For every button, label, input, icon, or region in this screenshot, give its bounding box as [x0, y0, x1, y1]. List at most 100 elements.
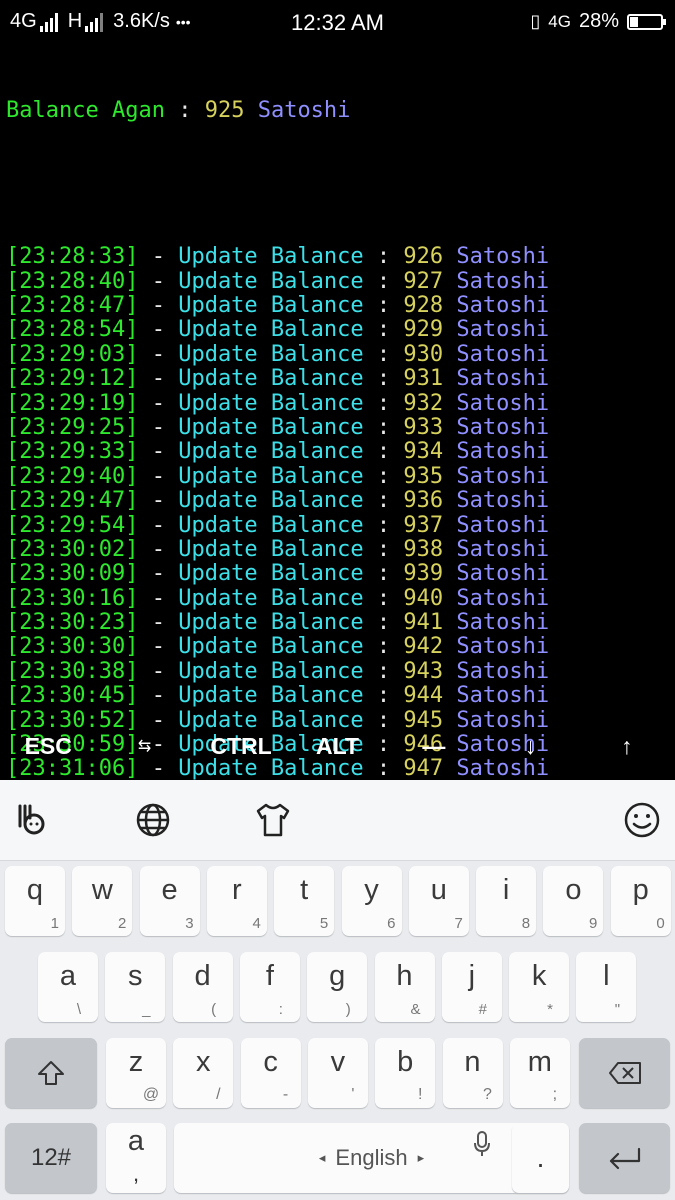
log-unit: Satoshi — [456, 658, 550, 684]
key-letter: y — [364, 874, 379, 906]
log-value: 943 — [403, 658, 444, 684]
key-letter: q — [26, 874, 44, 906]
key-i[interactable]: i8 — [476, 866, 537, 936]
key-j[interactable]: j # — [441, 952, 502, 1022]
key-z[interactable]: z @ — [106, 1038, 166, 1108]
log-unit: Satoshi — [456, 463, 550, 489]
log-row: [23:30:16] - Update Balance : 940 Satosh… — [6, 585, 550, 611]
log-unit: Satoshi — [456, 293, 550, 318]
backspace-key[interactable] — [579, 1038, 670, 1108]
tshirt-icon[interactable] — [253, 800, 293, 840]
globe-icon[interactable] — [133, 800, 173, 840]
key-f[interactable]: f: — [239, 952, 300, 1022]
key-letter: o — [565, 874, 582, 906]
log-time: [23:29:19] — [6, 390, 139, 416]
log-action: Update Balance — [178, 658, 364, 684]
keyboard-logo-icon[interactable] — [12, 800, 52, 840]
key-r[interactable]: r4 — [206, 866, 267, 936]
log-unit: Satoshi — [456, 341, 550, 367]
key-l[interactable]: l " — [576, 952, 637, 1022]
key-n[interactable]: n? — [442, 1038, 503, 1108]
log-value: 929 — [403, 317, 444, 343]
enter-key[interactable] — [579, 1123, 670, 1193]
key-h[interactable]: h & — [374, 952, 435, 1022]
log-action: Update Balance — [178, 293, 364, 318]
key-a[interactable]: a \ — [38, 952, 98, 1022]
log-time: [23:29:47] — [6, 488, 139, 514]
log-time: [23:29:33] — [6, 439, 139, 465]
log-unit: Satoshi — [456, 244, 550, 270]
log-row: [23:28:33] - Update Balance : 926 Satosh… — [6, 244, 550, 270]
key-alt: ' — [351, 1086, 355, 1103]
key-v[interactable]: v ' — [307, 1038, 368, 1108]
key-alt: 4 — [252, 915, 261, 932]
key-c[interactable]: c- — [240, 1038, 301, 1108]
keyboard-toolbar — [0, 780, 675, 861]
log-time: [23:28:33] — [6, 244, 139, 270]
numbers-key[interactable]: 12# — [5, 1123, 97, 1193]
arrow-down-key[interactable]: ↓ — [482, 712, 578, 780]
esc-key[interactable]: ESC — [0, 712, 96, 780]
key-k[interactable]: k * — [509, 952, 570, 1022]
tab-key[interactable]: ⇆ — [96, 712, 192, 780]
arrow-up-key[interactable]: ↑ — [579, 712, 675, 780]
log-unit: Satoshi — [456, 610, 550, 636]
period-key[interactable]: . — [512, 1123, 569, 1193]
key-g[interactable]: g) — [307, 952, 368, 1022]
dash-key[interactable]: — — [386, 712, 482, 780]
key-letter: p — [632, 874, 649, 906]
key-letter: i — [502, 874, 510, 906]
key-alt: 9 — [589, 915, 598, 932]
log-unit: Satoshi — [456, 317, 550, 343]
log-time: [23:28:40] — [6, 268, 139, 294]
key-letter: r — [232, 874, 242, 906]
log-value: 938 — [403, 536, 444, 562]
key-b[interactable]: b! — [375, 1038, 436, 1108]
key-alt: @ — [142, 1086, 160, 1103]
comma-key-sub: , — [132, 1161, 140, 1186]
key-alt: _ — [142, 1001, 151, 1018]
key-o[interactable]: o9 — [543, 866, 604, 936]
ctrl-key[interactable]: CTRL — [193, 712, 289, 780]
key-m[interactable]: m; — [509, 1038, 570, 1108]
key-alt: ! — [417, 1086, 423, 1103]
alt-key[interactable]: ALT — [289, 712, 385, 780]
key-letter: k — [531, 960, 547, 992]
comma-key[interactable]: a, — [106, 1123, 166, 1193]
key-alt: # — [478, 1001, 487, 1018]
key-alt: 2 — [117, 915, 127, 932]
key-alt: 6 — [387, 915, 396, 932]
key-d[interactable]: d( — [172, 952, 233, 1022]
balance-value: 925 — [204, 97, 245, 123]
key-u[interactable]: u7 — [408, 866, 469, 936]
key-letter: v — [330, 1046, 346, 1078]
key-letter: j — [468, 960, 476, 992]
log-time: [23:30:38] — [6, 658, 139, 684]
microphone-icon[interactable] — [473, 1131, 491, 1157]
key-w[interactable]: w2 — [72, 866, 133, 936]
key-s[interactable]: s _ — [105, 952, 166, 1022]
space-key[interactable]: ◂ English ▸ — [174, 1123, 569, 1193]
key-letter: a — [59, 960, 77, 992]
log-row: [23:29:12] - Update Balance : 931 Satosh… — [6, 366, 550, 392]
key-e[interactable]: e3 — [139, 866, 200, 936]
log-value: 926 — [403, 244, 444, 270]
log-time: [23:28:47] — [6, 293, 139, 318]
key-x[interactable]: x / — [173, 1038, 234, 1108]
log-row: [23:30:38] - Update Balance : 943 Satosh… — [6, 658, 550, 684]
log-unit: Satoshi — [456, 414, 550, 440]
key-letter: g — [329, 960, 346, 992]
key-alt: * — [547, 1001, 554, 1018]
log-action: Update Balance — [178, 366, 364, 392]
log-time: [23:29:12] — [6, 366, 139, 392]
shift-key[interactable] — [5, 1038, 97, 1108]
log-action: Update Balance — [178, 561, 364, 587]
key-letter: d — [194, 960, 211, 992]
key-q[interactable]: q1 — [5, 866, 65, 936]
key-p[interactable]: p0 — [610, 866, 671, 936]
key-letter: c — [263, 1046, 278, 1078]
key-y[interactable]: y6 — [341, 866, 402, 936]
key-t[interactable]: t5 — [274, 866, 335, 936]
status-bar: 4G H 3.6K/s ••• 12:32 AM ▯ 4G 28% — [0, 0, 675, 46]
emoji-icon[interactable] — [622, 800, 662, 840]
